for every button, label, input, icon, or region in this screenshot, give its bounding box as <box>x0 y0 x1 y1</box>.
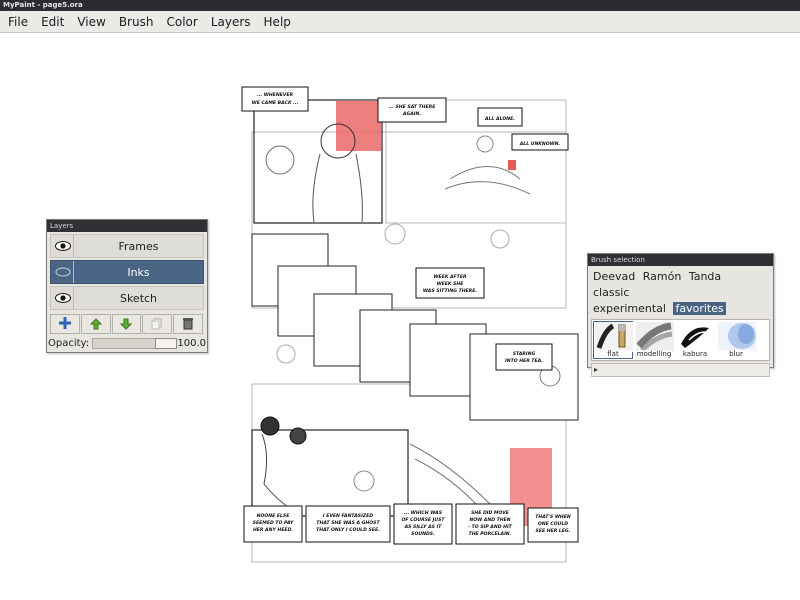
menu-help[interactable]: Help <box>256 15 296 29</box>
delete-layer-icon <box>182 315 194 334</box>
add-layer-icon <box>58 315 72 334</box>
comic-caption: HER ANY HEED. <box>253 527 293 533</box>
comic-caption: NOONE ELSE <box>257 513 291 519</box>
comic-caption: ... WHENEVER <box>257 92 294 98</box>
layer-name: Sketch <box>119 291 158 305</box>
window-title: MyPaint - page5.ora <box>0 0 800 11</box>
duplicate-layer-icon <box>151 315 163 334</box>
brush-modelling[interactable]: modelling <box>634 321 674 359</box>
kabura-brush-icon <box>677 322 715 352</box>
menu-color[interactable]: Color <box>158 15 202 29</box>
move-layer-down-icon <box>120 315 133 334</box>
brush-group-experimental[interactable]: experimental <box>593 302 666 315</box>
brush-list: flat modelling kabura blur <box>591 319 770 361</box>
comic-caption: SOUNDS. <box>411 531 435 537</box>
comic-caption: I EVEN FANTASIZED <box>323 513 373 519</box>
comic-caption: WAS SITTING THERE. <box>423 288 477 294</box>
layer-toolbar <box>50 314 204 334</box>
comic-caption: - TO SIP AND HIT <box>468 524 512 530</box>
eye-icon[interactable] <box>52 287 74 309</box>
layers-panel: Layers Frames Inks Sketch Opacity: 100.0 <box>46 219 208 353</box>
comic-caption: AGAIN. <box>402 111 421 117</box>
brush-group-deevad[interactable]: Deevad <box>593 270 635 283</box>
brush-label: flat <box>594 350 632 358</box>
comic-caption: STARING <box>513 351 536 357</box>
add-layer-button[interactable] <box>50 314 80 334</box>
brush-group-list: Deevad Ramón Tanda classic experimental … <box>588 266 773 317</box>
menu-layers[interactable]: Layers <box>203 15 256 29</box>
layers-panel-title[interactable]: Layers <box>47 220 207 232</box>
opacity-value: 100.0 <box>177 337 206 349</box>
move-layer-up-icon <box>89 315 102 334</box>
layer-row-sketch[interactable]: Sketch <box>50 286 204 310</box>
delete-layer-button[interactable] <box>173 314 203 334</box>
layer-name: Inks <box>127 265 150 279</box>
modelling-brush-icon <box>636 322 674 352</box>
flat-brush-icon <box>595 322 633 352</box>
eye-icon[interactable] <box>52 235 74 257</box>
duplicate-layer-button[interactable] <box>142 314 173 334</box>
layer-row-inks[interactable]: Inks <box>50 260 204 284</box>
move-layer-up-button[interactable] <box>80 314 111 334</box>
layer-name: Frames <box>118 239 159 253</box>
brush-flat[interactable]: flat <box>593 321 633 359</box>
comic-caption: SHE DID MOVE <box>471 510 510 516</box>
hidden-eye-icon[interactable] <box>52 261 74 283</box>
comic-caption: SEEMED TO PAY <box>253 520 294 526</box>
brush-label: kabura <box>676 350 714 358</box>
comic-caption: THAT ONLY I COULD SEE. <box>316 527 380 533</box>
comic-caption: OF COURSE JUST <box>401 517 445 523</box>
menu-file[interactable]: File <box>0 15 33 29</box>
comic-caption: WEEK AFTER <box>433 274 466 280</box>
brush-blur[interactable]: blur <box>716 321 756 359</box>
brush-label: modelling <box>635 350 673 358</box>
comic-caption: SEE HER LEG. <box>536 528 571 534</box>
comic-page-drawing: ... WHENEVER WE CAME BACK ... ... SHE SA… <box>241 86 579 563</box>
menu-edit[interactable]: Edit <box>33 15 69 29</box>
comic-caption: WEEK SHE <box>437 281 465 287</box>
comic-caption: ... WHICH WAS <box>404 510 443 516</box>
opacity-label: Opacity: <box>48 337 90 349</box>
comic-caption: THE PORCELAIN. <box>469 531 512 537</box>
brush-label: blur <box>717 350 755 358</box>
comic-caption: ONE COULD <box>538 521 568 527</box>
menu-view[interactable]: View <box>69 15 110 29</box>
layer-row-frames[interactable]: Frames <box>50 234 204 258</box>
brush-group-tanda[interactable]: Tanda <box>689 270 721 283</box>
blur-brush-icon <box>718 322 756 352</box>
comic-caption: INTO HER TEA. <box>505 358 543 364</box>
opacity-slider[interactable] <box>92 337 178 349</box>
brush-group-classic[interactable]: classic <box>593 286 629 299</box>
comic-caption: AS SILLY AS IT <box>404 524 443 530</box>
opacity-row: Opacity: 100.0 <box>48 336 206 350</box>
brush-selection-panel: Brush selection Deevad Ramón Tanda class… <box>587 253 774 377</box>
brush-group-ramon[interactable]: Ramón <box>643 270 682 283</box>
comic-caption: ALL ALONE. <box>484 116 515 122</box>
menu-bar: File Edit View Brush Color Layers Help <box>0 11 800 33</box>
comic-caption: NOW AND THEN <box>469 517 510 523</box>
brush-panel-expander[interactable]: ▸ <box>591 363 770 377</box>
comic-caption: ... SHE SAT THERE <box>389 104 437 110</box>
menu-brush[interactable]: Brush <box>111 15 159 29</box>
opacity-slider-handle[interactable] <box>155 337 178 349</box>
brush-group-favorites[interactable]: favorites <box>673 302 726 315</box>
comic-caption: ALL UNKNOWN. <box>519 141 561 147</box>
comic-caption: THAT SHE WAS A GHOST <box>316 520 380 526</box>
move-layer-down-button[interactable] <box>111 314 142 334</box>
comic-caption: THAT'S WHEN <box>535 514 571 520</box>
comic-caption: WE CAME BACK ... <box>252 100 299 106</box>
brush-panel-title[interactable]: Brush selection <box>588 254 773 266</box>
brush-kabura[interactable]: kabura <box>675 321 715 359</box>
